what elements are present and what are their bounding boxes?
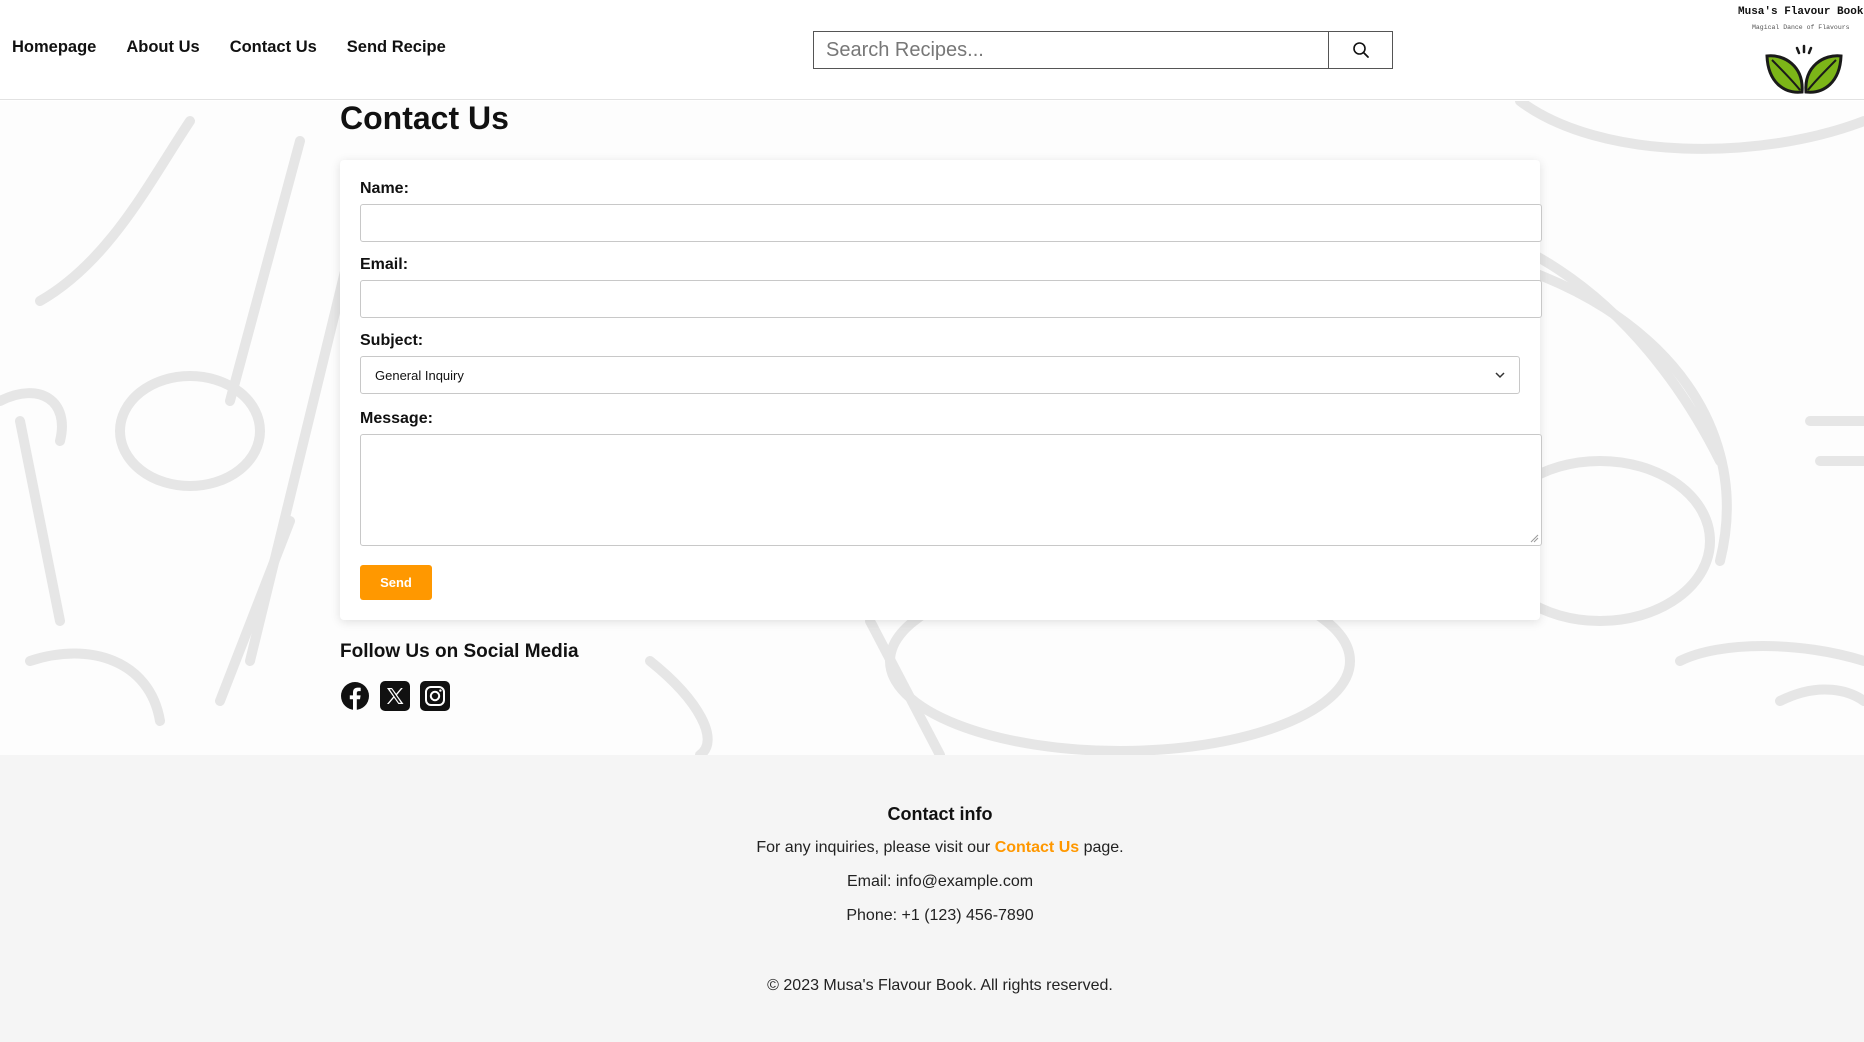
footer-email: Email: info@example.com: [846, 873, 1034, 890]
logo-title: Musa's Flavour Book: [1738, 6, 1864, 18]
nav-about-us[interactable]: About Us: [126, 38, 199, 57]
message-field[interactable]: [360, 434, 1542, 546]
footer-inquiry-prefix: For any inquiries, please visit our: [756, 839, 995, 856]
footer-inquiry: For any inquiries, please visit our Cont…: [0, 839, 1864, 857]
nav-homepage[interactable]: Homepage: [12, 38, 96, 57]
name-label: Name:: [360, 180, 409, 197]
page-title: Contact Us: [340, 100, 509, 136]
social-links: [340, 681, 450, 711]
subject-label: Subject:: [360, 332, 424, 349]
social-title: Follow Us on Social Media: [340, 641, 579, 662]
email-label: Email:: [360, 256, 409, 273]
main-nav: Homepage About Us Contact Us Send Recipe: [12, 38, 446, 57]
footer-phone: Phone: +1 (123) 456-7890: [846, 907, 1034, 924]
subject-selected-value: General Inquiry: [375, 367, 464, 383]
site-header: Homepage About Us Contact Us Send Recipe…: [0, 0, 1864, 100]
x-icon[interactable]: [380, 681, 410, 711]
nav-contact-us[interactable]: Contact Us: [230, 38, 317, 57]
footer-title: Contact info: [887, 804, 993, 824]
name-field[interactable]: [360, 204, 1542, 242]
contact-form: Name: Email: Subject: General Inquiry Me…: [340, 160, 1542, 620]
site-logo[interactable]: Musa's Flavour Book Magical Dance of Fla…: [1738, 6, 1864, 96]
logo-subtitle: Magical Dance of Flavours: [1752, 24, 1850, 31]
message-label: Message:: [360, 410, 433, 427]
site-footer: Contact info For any inquiries, please v…: [0, 755, 1864, 1042]
search-button[interactable]: [1328, 31, 1393, 69]
email-field[interactable]: [360, 280, 1542, 318]
footer-copyright: © 2023 Musa's Flavour Book. All rights r…: [767, 977, 1113, 994]
resize-grip-icon[interactable]: [1530, 534, 1539, 543]
search-icon: [1352, 42, 1369, 58]
instagram-icon[interactable]: [420, 681, 450, 711]
search-input[interactable]: [813, 31, 1328, 69]
footer-inquiry-suffix: page.: [1079, 839, 1124, 856]
search-bar: [813, 31, 1393, 69]
send-button[interactable]: Send: [360, 565, 432, 600]
facebook-icon[interactable]: [340, 681, 370, 711]
chevron-down-icon: [1495, 371, 1505, 378]
footer-contact-link[interactable]: Contact Us: [995, 839, 1079, 856]
leaf-icon: [1765, 44, 1843, 94]
nav-send-recipe[interactable]: Send Recipe: [347, 38, 446, 57]
subject-select[interactable]: General Inquiry: [360, 356, 1520, 394]
